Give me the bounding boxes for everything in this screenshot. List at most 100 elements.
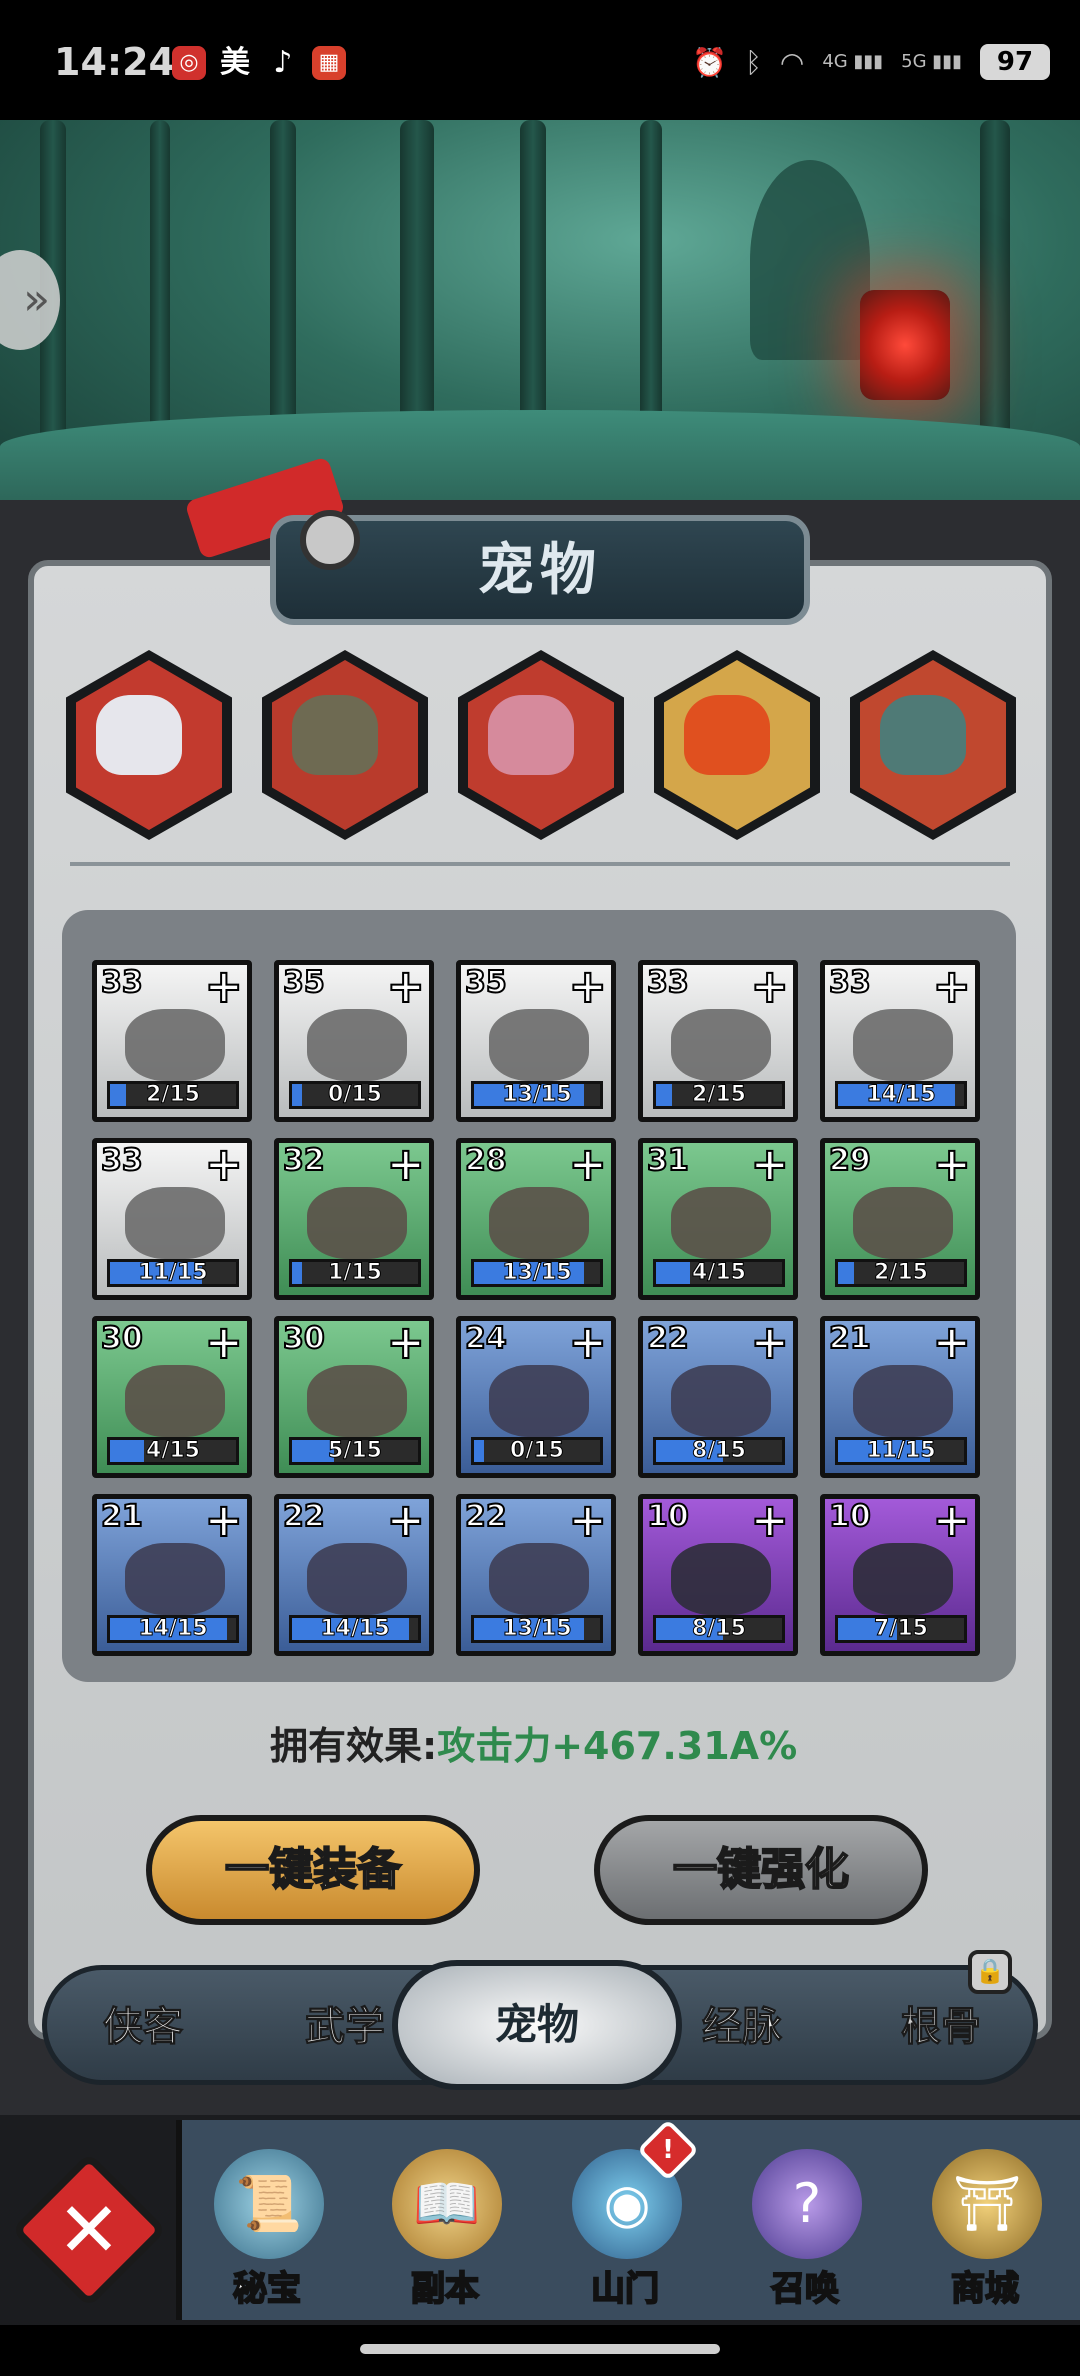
plus-icon[interactable]: + — [749, 965, 790, 1014]
plus-icon[interactable]: + — [749, 1321, 790, 1370]
tab-bones[interactable]: 根骨 — [901, 1994, 982, 2052]
ballista-pet-icon — [125, 1009, 225, 1081]
progress-text: 7/15 — [874, 1616, 929, 1641]
plus-icon[interactable]: + — [931, 1143, 972, 1192]
toad-pet-icon — [488, 695, 574, 775]
equipped-slot-2[interactable] — [262, 650, 428, 840]
equipped-slot-4[interactable] — [654, 650, 820, 840]
pet-card[interactable]: 33 +11/15 — [92, 1138, 252, 1300]
monkey-pet-icon — [307, 1543, 407, 1615]
plus-icon[interactable]: + — [749, 1143, 790, 1192]
plus-icon[interactable]: + — [567, 1143, 608, 1192]
scroll-icon: 📜 — [214, 2149, 324, 2259]
plus-icon[interactable]: + — [203, 1143, 244, 1192]
divider — [70, 862, 1010, 866]
pet-card[interactable]: 22 +8/15 — [638, 1316, 798, 1478]
upgrade-all-button[interactable]: 一键强化 — [594, 1815, 928, 1925]
pet-level: 30 — [100, 1321, 144, 1357]
pet-card[interactable]: 35 +13/15 — [456, 960, 616, 1122]
progress-text: 2/15 — [692, 1082, 747, 1107]
progress-bar: 11/15 — [835, 1437, 967, 1465]
pet-grid[interactable]: 33 +2/15 35 +0/15 35 +13/15 33 +2/15 33 +14/15 33 +… — [92, 960, 992, 1660]
battery-icon: 97 — [980, 44, 1050, 80]
pet-card[interactable]: 10 +7/15 — [820, 1494, 980, 1656]
pet-level: 24 — [464, 1321, 508, 1357]
nav-summon[interactable]: ? 召唤 — [730, 2135, 880, 2310]
pet-card[interactable]: 33 +14/15 — [820, 960, 980, 1122]
pet-card[interactable]: 21 +11/15 — [820, 1316, 980, 1478]
pet-card[interactable]: 24 +0/15 — [456, 1316, 616, 1478]
pet-card[interactable]: 33 +2/15 — [638, 960, 798, 1122]
plus-icon[interactable]: + — [931, 1499, 972, 1548]
pet-level: 21 — [828, 1321, 872, 1357]
meituan-icon: 美 — [220, 45, 250, 80]
dungeon-icon: 📖 — [392, 2149, 502, 2259]
lantern-icon — [860, 290, 950, 400]
fly-pet-icon — [671, 1009, 771, 1081]
nav-dungeon[interactable]: 📖 副本 — [370, 2135, 520, 2310]
progress-bar: 8/15 — [653, 1437, 785, 1465]
wolf-pet-icon — [671, 1187, 771, 1259]
plus-icon[interactable]: + — [203, 1499, 244, 1548]
status-right: ⏰ ᛒ ◠ 4G ▮▮▮ 5G ▮▮▮ 97 — [692, 40, 1050, 84]
plus-icon[interactable]: + — [203, 1321, 244, 1370]
pet-level: 33 — [646, 965, 690, 1001]
progress-text: 14/15 — [320, 1616, 390, 1641]
progress-bar: 7/15 — [835, 1615, 967, 1643]
plus-icon[interactable]: + — [567, 1321, 608, 1370]
pet-card[interactable]: 28 +13/15 — [456, 1138, 616, 1300]
progress-bar: 13/15 — [471, 1081, 603, 1109]
plus-icon[interactable]: + — [385, 1321, 426, 1370]
equipped-slot-5[interactable] — [850, 650, 1016, 840]
plus-icon[interactable]: + — [749, 1499, 790, 1548]
progress-text: 0/15 — [328, 1082, 383, 1107]
plus-icon[interactable]: + — [385, 1143, 426, 1192]
tab-pets[interactable]: 宠物 — [392, 1960, 682, 2090]
plus-icon[interactable]: + — [567, 965, 608, 1014]
pet-card[interactable]: 35 +0/15 — [274, 960, 434, 1122]
equipped-pets — [66, 650, 1016, 850]
nav-secret-treasure[interactable]: 📜 秘宝 — [192, 2135, 342, 2310]
tab-martial-arts[interactable]: 武学 — [305, 1994, 386, 2052]
tab-meridians[interactable]: 经脉 — [702, 1994, 783, 2052]
plus-icon[interactable]: + — [385, 965, 426, 1014]
pet-card[interactable]: 32 +1/15 — [274, 1138, 434, 1300]
progress-text: 2/15 — [874, 1260, 929, 1285]
pet-card[interactable]: 30 +4/15 — [92, 1316, 252, 1478]
plus-icon[interactable]: + — [931, 1321, 972, 1370]
pet-card[interactable]: 29 +2/15 — [820, 1138, 980, 1300]
catapult-pet-icon — [307, 1187, 407, 1259]
equip-all-button[interactable]: 一键装备 — [146, 1815, 480, 1925]
pet-card[interactable]: 10 +8/15 — [638, 1494, 798, 1656]
pet-card[interactable]: 30 +5/15 — [274, 1316, 434, 1478]
progress-text: 14/15 — [138, 1616, 208, 1641]
pet-card[interactable]: 33 +2/15 — [92, 960, 252, 1122]
wolf-rider-pet-icon — [853, 1543, 953, 1615]
progress-text: 13/15 — [502, 1082, 572, 1107]
tab-heroes[interactable]: 侠客 — [103, 1994, 184, 2052]
progress-text: 0/15 — [510, 1438, 565, 1463]
pet-card[interactable]: 22 +14/15 — [274, 1494, 434, 1656]
progress-bar: 11/15 — [107, 1259, 239, 1287]
bee-pet-icon — [853, 1187, 953, 1259]
bat-pet-icon — [489, 1009, 589, 1081]
equipped-slot-1[interactable] — [66, 650, 232, 840]
plus-icon[interactable]: + — [385, 1499, 426, 1548]
progress-text: 8/15 — [692, 1616, 747, 1641]
lock-icon: 🔒 — [968, 1950, 1012, 1994]
nav-shop[interactable]: ⛩ 商城 — [910, 2135, 1060, 2310]
progress-text: 11/15 — [138, 1260, 208, 1285]
tiktok-icon: ♪ — [273, 45, 293, 80]
equipped-slot-3[interactable] — [458, 650, 624, 840]
pet-card[interactable]: 22 +13/15 — [456, 1494, 616, 1656]
pet-card[interactable]: 21 +14/15 — [92, 1494, 252, 1656]
fox-pet-icon — [125, 1187, 225, 1259]
pet-card[interactable]: 31 +4/15 — [638, 1138, 798, 1300]
home-indicator[interactable] — [360, 2344, 720, 2354]
plus-icon[interactable]: + — [931, 965, 972, 1014]
owned-effect: 拥有效果:攻击力+467.31A% — [270, 1715, 797, 1770]
plus-icon[interactable]: + — [567, 1499, 608, 1548]
scorpion-pet-icon — [125, 1543, 225, 1615]
pet-level: 22 — [646, 1321, 690, 1357]
plus-icon[interactable]: + — [203, 965, 244, 1014]
